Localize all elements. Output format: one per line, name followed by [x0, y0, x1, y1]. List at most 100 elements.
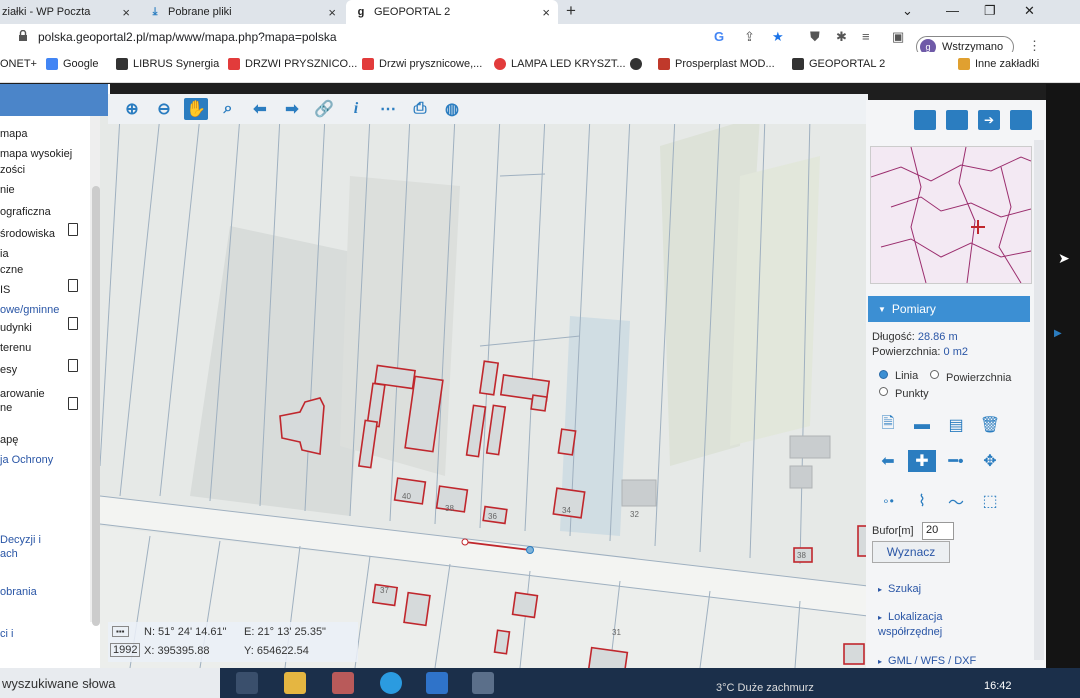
radio-powierzchnia[interactable] [930, 370, 939, 379]
sidebar-item[interactable]: ograficzna [0, 202, 86, 220]
new-tab-button[interactable]: + [566, 1, 576, 21]
sidebar-item[interactable]: IS [0, 279, 86, 298]
taskbar-search[interactable]: wyszukiwane słowa [0, 668, 220, 698]
sidebar-item[interactable]: czne [0, 260, 86, 278]
arrow-right-icon[interactable]: ➡ [280, 98, 304, 120]
bookmark-google[interactable]: Google [46, 58, 98, 70]
add-vertex-icon[interactable]: ✚ [908, 450, 936, 472]
save-icon[interactable]: ▤ [944, 414, 968, 436]
sidebar-item[interactable]: apę [0, 430, 86, 448]
reading-list-icon[interactable]: ≡ [862, 29, 870, 44]
pan-hand-icon[interactable]: ✋ [184, 98, 208, 120]
sidebar-item[interactable]: ja Ochrony [0, 450, 86, 468]
compute-button[interactable]: Wyznacz [872, 541, 950, 563]
zoom-out-icon[interactable]: ⊖ [152, 98, 176, 120]
info-icon[interactable]: i [344, 98, 368, 120]
document-icon[interactable] [68, 279, 78, 292]
close-icon[interactable]: × [542, 5, 558, 20]
document-icon[interactable]: 🗎 [876, 414, 900, 436]
edge-icon[interactable] [380, 672, 402, 694]
print-icon[interactable]: ⎙ [408, 98, 432, 120]
sidebar-item[interactable]: ne [0, 397, 86, 416]
lock-icon[interactable] [18, 30, 28, 41]
locate-coordinate-link[interactable]: ▸ Lokalizacja współrzędnej [878, 610, 988, 639]
sidebar-item[interactable]: środowiska [0, 223, 86, 242]
layout-top-icon[interactable] [914, 110, 936, 130]
expand-right-icon[interactable]: ▶ [1054, 328, 1062, 339]
task-view-icon[interactable] [236, 672, 258, 694]
epsg-selector[interactable]: 1992 [110, 643, 141, 657]
scroll-thumb[interactable] [92, 186, 100, 626]
bookmark-librus[interactable]: LIBRUS Synergia [116, 58, 219, 70]
export-icon[interactable]: ➔ [978, 110, 1000, 130]
polyline-icon[interactable]: ⌇ [910, 490, 934, 512]
side-panel-icon[interactable]: ▣ [892, 29, 904, 45]
star-icon[interactable]: ★ [772, 29, 784, 45]
tab-poczta[interactable]: ziałki - WP Poczta × [0, 0, 138, 24]
zoom-extent-icon[interactable]: ⌕ [216, 98, 240, 120]
snap-icon[interactable]: ∘• [876, 490, 900, 512]
layout-left-icon[interactable] [946, 110, 968, 130]
zoom-in-icon[interactable]: ⊕ [120, 98, 144, 120]
sidebar-item[interactable]: owe/gminne [0, 300, 86, 318]
buffer-input[interactable]: 20 [922, 522, 954, 540]
puzzle-icon[interactable]: ✱ [836, 29, 847, 45]
sidebar-item[interactable]: ach [0, 544, 86, 562]
close-icon[interactable]: × [328, 5, 344, 20]
bookmark-other[interactable]: Inne zakładki [958, 58, 1039, 70]
clock[interactable]: 16:42 [984, 680, 1012, 692]
bookmark-geoportal[interactable]: GEOPORTAL 2 [792, 58, 885, 70]
close-icon[interactable]: × [122, 5, 138, 20]
minimize-icon[interactable]: — [946, 3, 959, 18]
tab-pobrane[interactable]: ⤓ Pobrane pliki × [140, 0, 344, 24]
overview-minimap[interactable] [870, 146, 1032, 284]
bookmark-prosperplast[interactable]: Prosperplast MOD... [658, 58, 775, 70]
sidebar-item[interactable]: mapa [0, 124, 86, 142]
restore-icon[interactable]: ❐ [984, 3, 996, 19]
radio-punkty[interactable] [879, 387, 888, 396]
file-explorer-icon[interactable] [284, 672, 306, 694]
store-icon[interactable] [332, 672, 354, 694]
document-icon[interactable] [68, 359, 78, 372]
wave-icon[interactable]: 〜 [944, 490, 968, 512]
google-lens-icon[interactable]: G [714, 29, 724, 44]
globe-icon[interactable]: ◍ [440, 98, 464, 120]
app-icon[interactable] [472, 672, 494, 694]
radio-linia[interactable] [879, 370, 888, 379]
bookmark-drzwi-2[interactable]: Drzwi prysznicowe,... [362, 58, 482, 70]
extension-icon[interactable]: ⛊ [810, 29, 820, 45]
undo-arrow-icon[interactable]: ⬅ [876, 450, 900, 472]
bookmark-onet[interactable]: ONET+ [0, 58, 37, 70]
tab-geoportal[interactable]: g GEOPORTAL 2 × [346, 0, 558, 24]
map-canvas[interactable]: 40 38 36 34 32 37 31 38 [100, 116, 868, 668]
cube-icon[interactable]: ⬚ [978, 490, 1002, 512]
chevron-down-icon[interactable]: ⌄ [902, 3, 913, 19]
weather-text[interactable]: 3°C Duże zachmurz [716, 682, 814, 694]
search-link[interactable]: ▸ Szukaj [878, 583, 921, 595]
trash-icon[interactable]: 🗑 [978, 414, 1002, 436]
search-input[interactable]: wyszukiwane słowa [2, 676, 115, 691]
sidebar-item[interactable]: esy [0, 359, 86, 378]
sidebar-item[interactable]: terenu [0, 338, 86, 356]
segment-icon[interactable]: ━• [944, 450, 968, 472]
measure-ruler-icon[interactable]: ⋯ [376, 98, 400, 120]
document-icon[interactable] [68, 397, 78, 410]
share-icon[interactable]: ⇪ [744, 29, 755, 45]
gml-wfs-dxf-link[interactable]: ▸ GML / WFS / DXF [878, 655, 976, 667]
url-field[interactable]: polska.geoportal2.pl/map/www/mapa.php?ma… [38, 30, 337, 44]
layout-right-icon[interactable] [1010, 110, 1032, 130]
arrow-left-icon[interactable]: ⬅ [248, 98, 272, 120]
measurements-header[interactable]: ▼ Pomiary [868, 296, 1030, 322]
close-window-icon[interactable]: ✕ [1024, 3, 1035, 19]
link-icon[interactable]: 🔗 [312, 98, 336, 120]
move-icon[interactable]: ✥ [978, 450, 1002, 472]
mail-icon[interactable] [426, 672, 448, 694]
document-icon[interactable] [68, 223, 78, 236]
document-icon[interactable] [68, 317, 78, 330]
sidebar-item[interactable]: ci i [0, 624, 86, 642]
bookmark-drzwi-1[interactable]: DRZWI PRYSZNICO... [228, 58, 357, 70]
sidebar-item[interactable]: udynki [0, 317, 86, 336]
bookmark-unnamed[interactable] [630, 58, 647, 70]
sidebar-item[interactable]: obrania [0, 582, 86, 600]
sidebar-item[interactable]: nie [0, 180, 86, 198]
